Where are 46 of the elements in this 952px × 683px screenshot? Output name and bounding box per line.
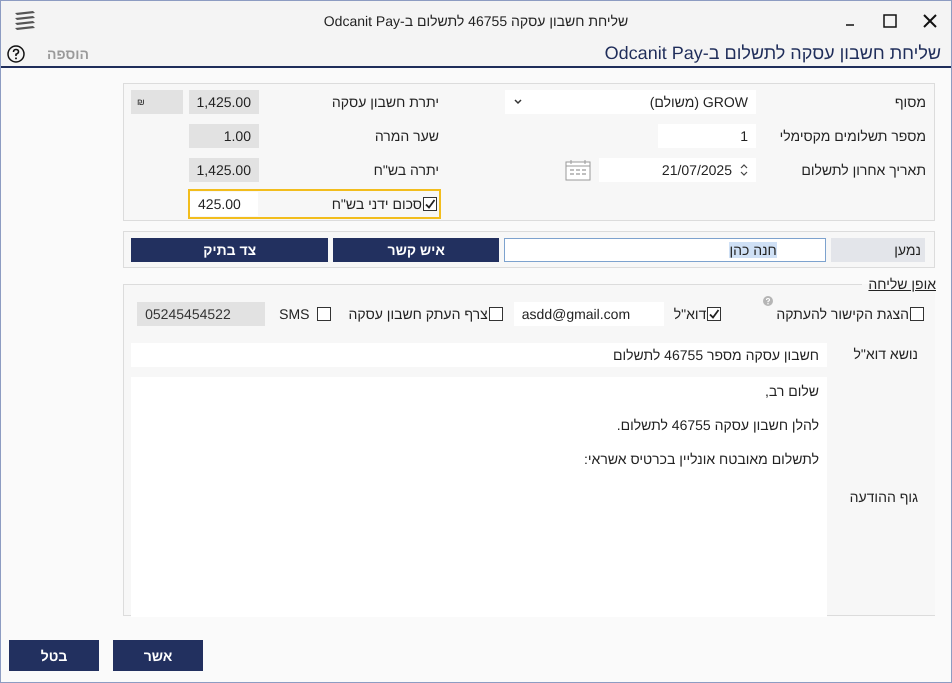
dialog-title: שליחת חשבון עסקה לתשלום ב-Odcanit Pay [604,43,941,64]
checkbox-label: הצגת הקישור להעתקה [776,306,909,322]
cancel-button[interactable]: בטל [9,640,99,671]
date-field[interactable]: 21/07/2025 [599,158,756,182]
email-field[interactable]: asdd@gmail.com [514,302,664,326]
contact-button[interactable]: איש קשר [333,238,500,262]
readonly-field: 1.00 [189,124,259,148]
checkbox[interactable] [317,307,332,321]
field-label: שער המרה [374,128,439,144]
checkbox[interactable] [707,307,722,321]
field-label: נושא דוא"ל [852,345,919,364]
confirm-button[interactable]: אשר [113,640,203,671]
checkbox-label: דוא"ל [674,306,706,322]
chevron-down-icon[interactable] [513,98,523,106]
message-body-field[interactable]: שלום רב, להלן חשבון עסקה 46755 לתשלום. לתשלום מאובטח אונליין בכרטיס אשראי: [131,377,827,617]
input-field[interactable]: 1 [658,124,756,148]
field-label: מספר תשלומים מקסימלי [778,128,927,144]
currency-field: ₪ [131,90,183,114]
checkbox[interactable] [488,307,503,321]
recipient-field[interactable]: חנה כהן [504,238,826,262]
phone-field[interactable]: 05245454522 [137,302,266,326]
checkbox-label: סכום ידני בש"ח [332,196,422,212]
checkbox-label: SMS [279,306,310,322]
subject-field[interactable]: חשבון עסקה מספר 46755 לתשלום [131,343,827,367]
field-label: גוף ההודעה [848,488,919,507]
checkbox[interactable] [423,197,437,211]
section-title: אופן שליחה [867,276,936,292]
readonly-field: 1,425.00 [189,90,259,114]
app-logo-icon [13,10,37,32]
checkbox[interactable] [910,307,924,321]
maximize-icon[interactable] [883,14,897,28]
field-label: תאריך אחרון לתשלום [800,162,927,178]
calendar-icon[interactable] [565,159,591,181]
close-icon[interactable] [923,14,937,28]
checkbox-label: צרף העתק חשבון עסקה [348,306,488,322]
readonly-field: 1,425.00 [189,158,259,182]
amount-field[interactable]: 425.00 [190,192,258,216]
recipient-label: נמען [830,238,925,262]
case-party-button[interactable]: צד בתיק [131,238,328,262]
field-label: יתרת חשבון עסקה [330,94,439,110]
window-title: שליחת חשבון עסקה 46755 לתשלום ב-Odcanit Pay [324,13,628,29]
help-icon[interactable] [7,44,25,62]
field-label: מסוף [894,94,927,110]
field-label: יתרה בש"ח [372,162,439,178]
spinner-icon[interactable] [740,163,748,177]
terminal-dropdown[interactable]: GROW (משולם) [505,90,756,114]
